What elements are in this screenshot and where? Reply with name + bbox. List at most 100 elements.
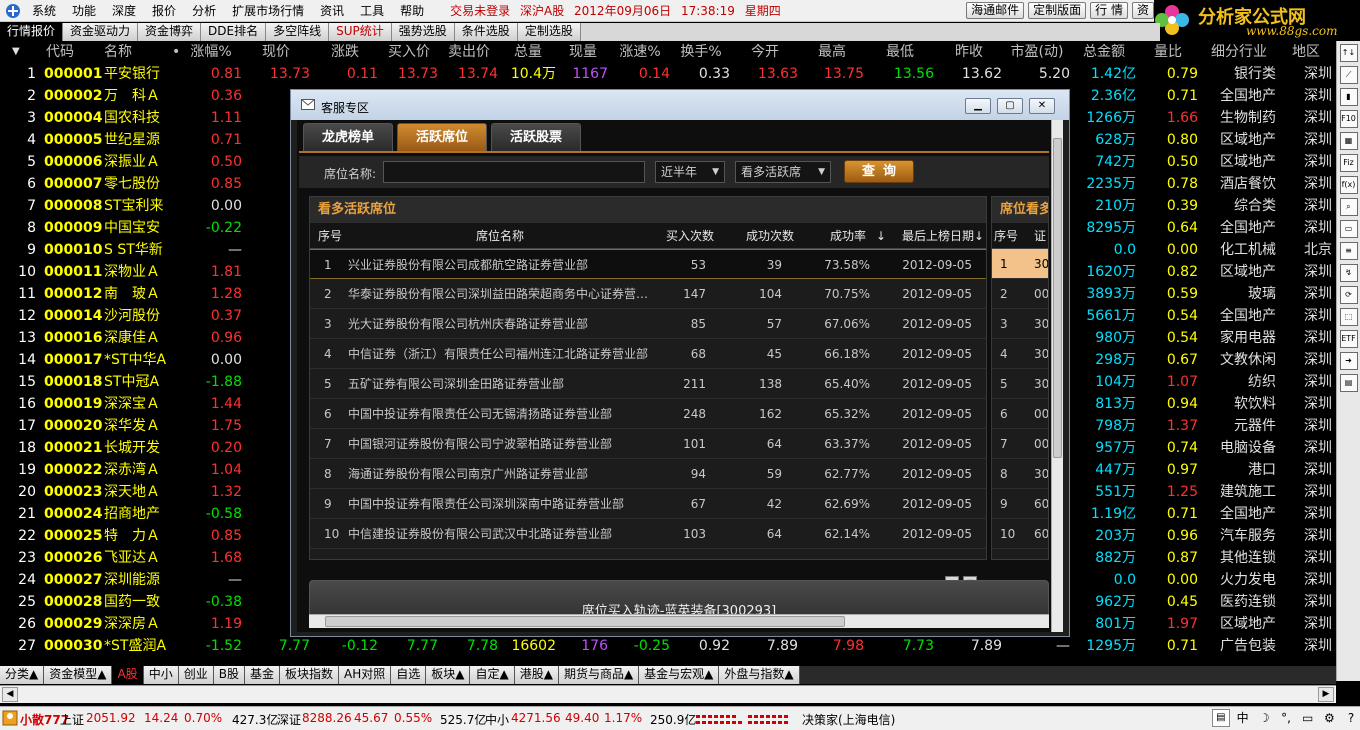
menu-item[interactable]: 帮助 (392, 0, 432, 22)
table-row[interactable]: 3 30 (992, 309, 1048, 339)
column-header[interactable]: 换手% (672, 41, 730, 63)
table-row[interactable]: 1 000001 平安银行 0.81 13.73 0.11 13.73 13.74 10.4万 1… (0, 63, 1336, 85)
column-header[interactable]: 总量 (500, 41, 556, 63)
col-seat-name[interactable]: 席位名称 (476, 223, 524, 249)
column-header[interactable]: 细分行业 (1202, 41, 1276, 63)
column-header[interactable]: 涨跌 (312, 41, 378, 63)
table-row[interactable]: 1 30 (992, 249, 1048, 279)
bottom-tab[interactable]: 创业 (178, 666, 214, 684)
info-button[interactable]: 资 (1131, 2, 1154, 19)
moon-icon[interactable]: ☽ (1255, 709, 1273, 727)
select-icon[interactable]: ⬚ (1339, 308, 1358, 326)
bottom-tab[interactable]: 板块▲ (426, 666, 471, 684)
column-header[interactable]: 现量 (558, 41, 608, 63)
table-row[interactable]: 8 30 (992, 459, 1048, 489)
table-row[interactable]: 6 中国中投证券有限责任公司无锡清扬路证券营业部 248 162 65.32% 2012-… (310, 399, 986, 429)
table-row[interactable]: 7 00 (992, 429, 1048, 459)
sort-icon[interactable]: ↑↓ (1339, 44, 1358, 62)
col-success-count[interactable]: 成功次数 (746, 223, 794, 249)
bottom-tab[interactable]: AH对照 (338, 666, 392, 684)
custom-layout-button[interactable]: 定制版面 (1028, 2, 1087, 19)
bottom-tab[interactable]: A股 (112, 666, 144, 684)
column-header[interactable]: 最低 (866, 41, 934, 63)
column-header[interactable]: 昨收 (936, 41, 1002, 63)
table-row[interactable]: 5 五矿证券有限公司深圳金田路证券营业部 211 138 65.40% 2012-09-0… (310, 369, 986, 399)
dialog-titlebar[interactable]: 客服专区 ▁ ▢ ✕ (291, 90, 1069, 120)
ime-chinese-icon[interactable]: 中 (1234, 709, 1252, 727)
mail-button[interactable]: 海通邮件 (966, 2, 1025, 19)
fiz-icon[interactable]: Fiz (1339, 154, 1358, 172)
top-tab[interactable]: 资金驱动力 (63, 23, 139, 41)
menu-item[interactable]: 深度 (104, 0, 144, 22)
top-tab[interactable]: 行情报价 (0, 23, 64, 41)
menu-item[interactable]: 功能 (64, 0, 104, 22)
menu-item[interactable]: 分析 (184, 0, 224, 22)
bottom-tab[interactable]: 板块指数 (279, 666, 339, 684)
sort-down-icon[interactable]: ▼ (12, 41, 26, 63)
column-header[interactable]: 地区 (1280, 41, 1332, 63)
table-row[interactable]: 6 00 (992, 399, 1048, 429)
column-header[interactable]: 市盈(动) (1004, 41, 1070, 63)
column-header[interactable]: 总金额 (1072, 41, 1136, 63)
column-header[interactable]: 量比 (1138, 41, 1198, 63)
dialog-tab[interactable]: 活跃席位 (397, 123, 487, 151)
bottom-tab[interactable]: 基金与宏观▲ (639, 666, 720, 684)
table-row[interactable]: 9 60 (992, 489, 1048, 519)
menu-item[interactable]: 报价 (144, 0, 184, 22)
column-header[interactable]: 名称 (104, 41, 174, 63)
grid-icon[interactable]: ▦ (1339, 132, 1358, 150)
query-button[interactable]: 查询 (844, 160, 914, 183)
dialog-tab[interactable]: 活跃股票 (491, 123, 581, 151)
bottom-tab[interactable]: 自选 (391, 666, 427, 684)
window-icon[interactable]: ▭ (1339, 220, 1358, 238)
table-row[interactable]: 1 兴业证券股份有限公司成都航空路证券营业部 53 39 73.58% 2012-09-0… (310, 249, 986, 279)
column-header[interactable]: 涨速% (610, 41, 670, 63)
f10-icon[interactable]: F10 (1339, 110, 1358, 128)
bottom-tab[interactable]: 外盘与指数▲ (719, 666, 800, 684)
quote-button[interactable]: 行 情 (1090, 2, 1128, 19)
table-row[interactable]: 9 中国中投证券有限责任公司深圳深南中路证券营业部 67 42 62.69% 2012-0… (310, 489, 986, 519)
top-tab[interactable]: 条件选股 (454, 23, 518, 41)
arrow-icon[interactable]: ↯ (1339, 264, 1358, 282)
table-row[interactable]: 2 华泰证券股份有限公司深圳益田路荣超商务中心证券营… 147 104 70.75% 20… (310, 279, 986, 309)
server-label[interactable]: 决策家(上海电信) (802, 711, 895, 728)
bottom-tab[interactable]: 自定▲ (470, 666, 515, 684)
close-icon[interactable]: ✕ (1029, 98, 1055, 114)
table-row[interactable]: 3 光大证券股份有限公司杭州庆春路证券营业部 85 57 67.06% 2012-09-0… (310, 309, 986, 339)
table-row[interactable]: 8 海通证券股份有限公司南京广州路证券营业部 94 59 62.77% 2012-09-0… (310, 459, 986, 489)
top-tab[interactable]: 多空阵线 (266, 23, 330, 41)
column-header[interactable]: 涨幅% (180, 41, 242, 63)
column-header[interactable]: 今开 (732, 41, 798, 63)
top-tab[interactable]: SUP统计 (329, 23, 392, 41)
col-success-rate[interactable]: 成功率 (830, 223, 866, 249)
maximize-icon[interactable]: ▢ (997, 98, 1023, 114)
etf-icon[interactable]: ETF (1339, 330, 1358, 348)
sort-desc-icon[interactable]: ↓ (974, 223, 984, 249)
top-tab[interactable]: 强势选股 (391, 23, 455, 41)
ime-icon[interactable]: ▤ (1212, 709, 1230, 727)
refresh-icon[interactable]: ⟳ (1339, 286, 1358, 304)
layers-icon[interactable]: ≡ (1339, 242, 1358, 260)
col-buy-count[interactable]: 买入次数 (666, 223, 714, 249)
table-row[interactable]: 27 000030 *ST盛润A -1.52 7.77 -0.12 7.77 7.78 1660… (0, 635, 1336, 657)
table-row[interactable]: 10 60 (992, 519, 1048, 549)
top-tab[interactable]: 资金博弈 (138, 23, 202, 41)
menu-item[interactable]: 资讯 (312, 0, 352, 22)
top-tab[interactable]: DDE排名 (201, 23, 267, 41)
formula-icon[interactable]: f(x) (1339, 176, 1358, 194)
line-chart-icon[interactable]: ⟋ (1339, 66, 1358, 84)
bottom-tab[interactable]: 资金模型▲ (44, 666, 113, 684)
period-select[interactable]: 近半年 ▼ (655, 161, 725, 183)
column-header[interactable]: 现价 (242, 41, 310, 63)
col-index[interactable]: 序号 (318, 223, 342, 249)
dialog-vertical-scrollbar[interactable] (1051, 120, 1063, 632)
export-icon[interactable]: ➜ (1339, 352, 1358, 370)
table-row[interactable]: 4 30 (992, 339, 1048, 369)
keyboard-icon[interactable]: ▭ (1299, 709, 1317, 727)
magnify-icon[interactable]: ⌕ (1339, 198, 1358, 216)
candlestick-icon[interactable]: ▮ (1339, 88, 1358, 106)
bottom-tab[interactable]: 分类▲ (0, 666, 45, 684)
folder-icon[interactable]: ▤ (1339, 374, 1358, 392)
menu-item[interactable]: 系统 (24, 0, 64, 22)
table-row[interactable]: 4 中信证券（浙江）有限责任公司福州连江北路证券营业部 68 45 66.18% 2012… (310, 339, 986, 369)
